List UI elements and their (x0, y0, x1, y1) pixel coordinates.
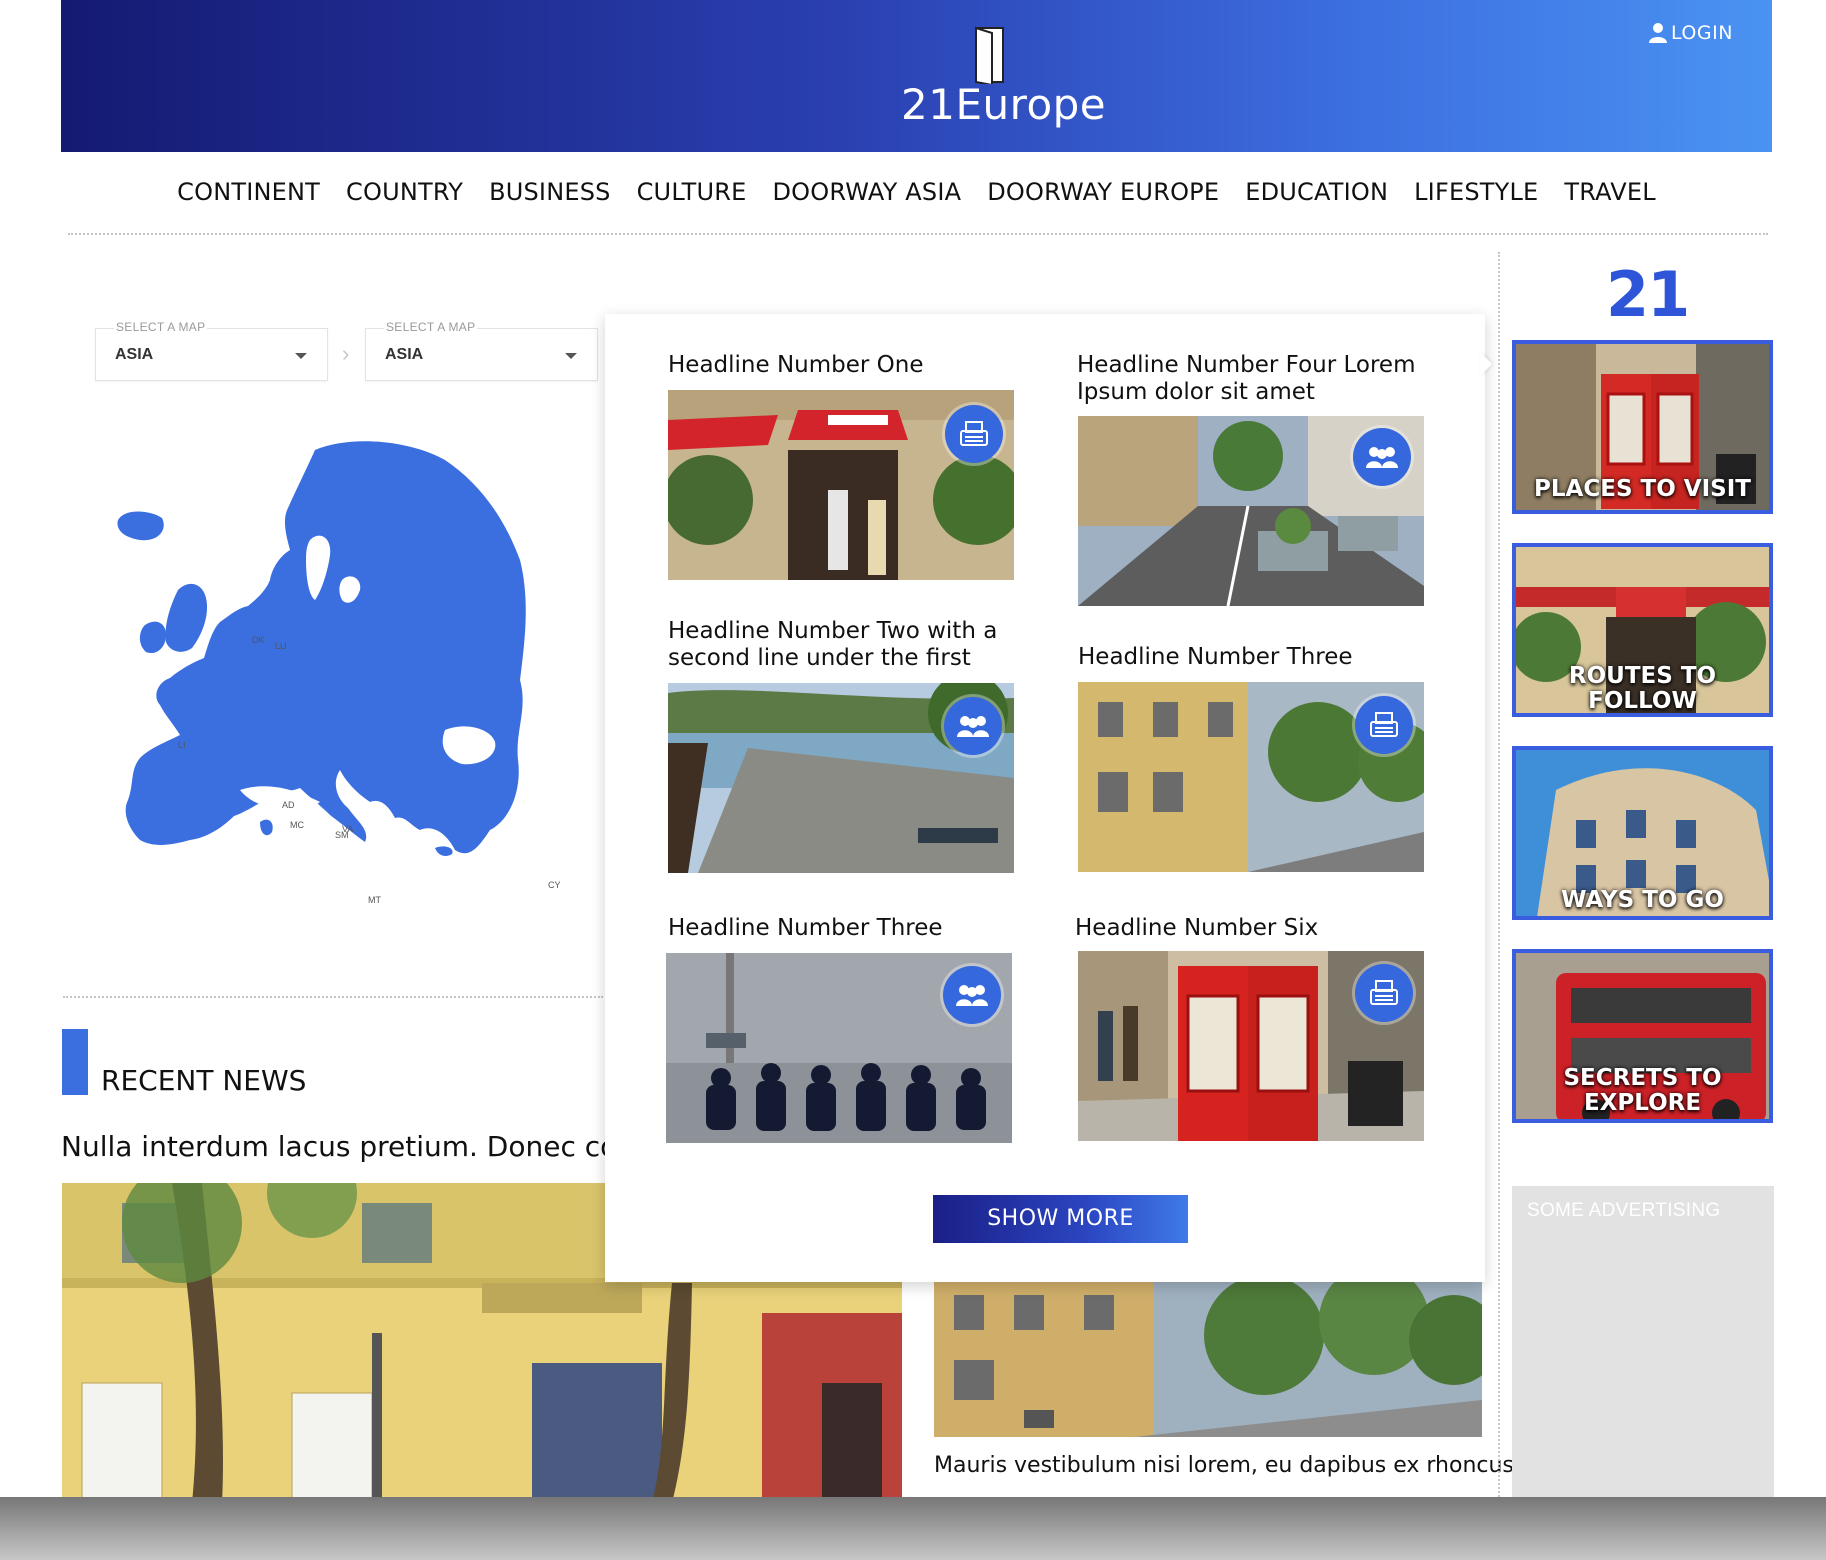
typewriter-icon (945, 405, 1003, 463)
headline-title: Headline Number Four Lorem Ipsum dolor s… (1077, 352, 1416, 405)
tile-routes-to-follow[interactable]: ROUTES TO FOLLOW (1512, 543, 1773, 717)
chevron-right-icon: › (342, 341, 350, 366)
show-more-button[interactable]: SHOW MORE (933, 1195, 1188, 1243)
nav-business[interactable]: BUSINESS (489, 178, 611, 206)
recent-news-title: RECENT NEWS (101, 1064, 307, 1097)
map-select-1[interactable]: SELECT A MAP ASIA (95, 320, 328, 381)
tile-secrets-to-explore[interactable]: SECRETS TO EXPLORE (1512, 949, 1773, 1123)
tile-label: WAYS TO GO (1561, 887, 1724, 913)
group-icon (943, 966, 1001, 1024)
map-label-li: LI (178, 740, 186, 750)
map-label-lu: LU (275, 641, 287, 651)
map-label-dk: DK (252, 635, 265, 645)
nav-lifestyle[interactable]: LIFESTYLE (1414, 178, 1538, 206)
headline-card[interactable]: Headline Number One (668, 352, 924, 379)
map-label-cy: CY (548, 880, 561, 890)
sidebar-divider (1498, 252, 1500, 1497)
headline-card[interactable]: Headline Number Two with a second line u… (668, 618, 1018, 672)
recent-news-secondary-text[interactable]: Mauris vestibulum nisi lorem, eu dapibus… (934, 1453, 1514, 1478)
select-value: ASIA (115, 346, 154, 363)
panel-pointer (1480, 352, 1492, 376)
typewriter-icon (1355, 696, 1413, 754)
headline-title: Headline Number Two with a second line u… (668, 618, 998, 671)
map-label-mc: MC (290, 820, 304, 830)
headline-title: Headline Number Three (1078, 644, 1353, 670)
typewriter-icon (1355, 964, 1413, 1022)
bottom-bar (0, 1497, 1826, 1560)
map-label-va: VA (342, 824, 353, 834)
map-select-2[interactable]: SELECT A MAP ASIA (365, 320, 598, 381)
group-icon (944, 697, 1002, 755)
tile-label: SECRETS TO EXPLORE (1563, 1065, 1722, 1116)
recent-news-headline[interactable]: Nulla interdum lacus pretium. Donec co (61, 1130, 617, 1163)
caret-down-icon (295, 353, 307, 359)
headline-card[interactable]: Headline Number Three (668, 915, 943, 942)
nav-education[interactable]: EDUCATION (1245, 178, 1388, 206)
site-logo[interactable]: 21Europe (901, 80, 1106, 129)
tile-label: ROUTES TO FOLLOW (1568, 663, 1717, 714)
nav-continent[interactable]: CONTINENT (177, 178, 320, 206)
nav-country[interactable]: COUNTRY (346, 178, 463, 206)
advertising-label: SOME ADVERTISING (1527, 1200, 1721, 1221)
headline-title: Headline Number Six (1075, 915, 1319, 941)
user-icon (1649, 23, 1667, 43)
door-logo-icon (975, 26, 1004, 84)
group-icon (1353, 428, 1411, 486)
map-label-ad: AD (282, 800, 295, 810)
recent-news-accent (62, 1029, 88, 1095)
headline-card[interactable]: Headline Number Four Lorem Ipsum dolor s… (1077, 352, 1427, 406)
select-value: ASIA (385, 346, 424, 363)
headline-card[interactable]: Headline Number Three (1078, 644, 1353, 671)
search-icon[interactable] (1771, 22, 1797, 48)
main-nav: CONTINENT COUNTRY BUSINESS CULTURE DOORW… (61, 178, 1772, 206)
select-label: SELECT A MAP (384, 320, 478, 334)
headline-title: Headline Number Three (668, 915, 943, 941)
nav-culture[interactable]: CULTURE (637, 178, 747, 206)
sidebar-logo: 21 (1606, 258, 1690, 331)
select-label: SELECT A MAP (114, 320, 208, 334)
nav-divider (68, 233, 1768, 235)
nav-doorway-asia[interactable]: DOORWAY ASIA (772, 178, 961, 206)
europe-map[interactable]: DK LU LI AD MC SM VA MT CY (110, 430, 580, 910)
map-label-mt: MT (368, 895, 381, 905)
headline-card[interactable]: Headline Number Six (1075, 915, 1318, 942)
headline-title: Headline Number One (668, 352, 924, 378)
nav-travel[interactable]: TRAVEL (1564, 178, 1655, 206)
nav-doorway-europe[interactable]: DOORWAY EUROPE (987, 178, 1219, 206)
site-header: 21Europe LOGIN (61, 0, 1796, 152)
section-divider (63, 996, 603, 998)
tile-ways-to-go[interactable]: WAYS TO GO (1512, 746, 1773, 920)
caret-down-icon (565, 353, 577, 359)
login-button[interactable]: LOGIN (1649, 22, 1733, 44)
tile-places-to-visit[interactable]: PLACES TO VISIT (1512, 340, 1773, 514)
recent-news-image-2[interactable] (934, 1280, 1482, 1437)
advertising-box[interactable]: SOME ADVERTISING (1512, 1186, 1774, 1506)
tile-label: PLACES TO VISIT (1534, 476, 1751, 502)
login-label: LOGIN (1671, 22, 1733, 44)
